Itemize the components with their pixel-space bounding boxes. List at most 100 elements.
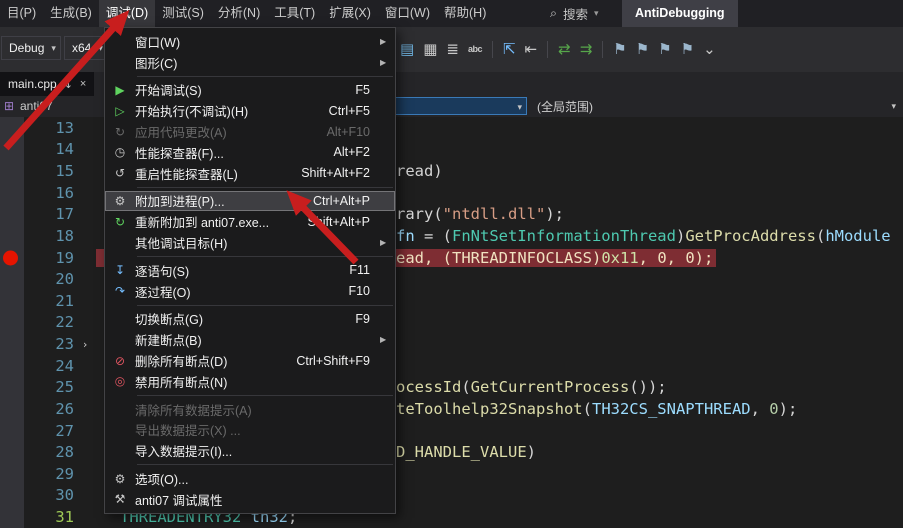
- menu-item-step-over[interactable]: ↷逐过程(O)F10: [105, 281, 395, 302]
- menu-item-attach-to-process[interactable]: ⚙附加到进程(P)...Ctrl+Alt+P: [105, 191, 395, 212]
- breakpoint-margin[interactable]: [0, 312, 24, 334]
- breakpoint-margin[interactable]: [0, 377, 24, 399]
- code-token: "ntdll.dll": [443, 205, 546, 223]
- menu-item-label: 选项(O)...: [135, 469, 358, 488]
- menubar-item-tools[interactable]: 工具(T): [267, 0, 322, 27]
- scope-dropdown[interactable]: (全局范围): [537, 98, 593, 115]
- interactive-window-icon[interactable]: ⇄: [558, 42, 571, 57]
- breakpoint-margin[interactable]: [0, 225, 24, 247]
- breakpoint-dot[interactable]: [3, 250, 18, 265]
- breakpoint-margin[interactable]: [0, 139, 24, 161]
- line-number: 22: [24, 313, 74, 331]
- fold-marker-icon[interactable]: ›: [74, 338, 96, 351]
- navigate-cursor-icon[interactable]: ⇱: [503, 42, 516, 57]
- menu-item-import-datatips[interactable]: 导入数据提示(I)...: [105, 440, 395, 461]
- step-over-icon: ↷: [105, 285, 135, 297]
- menu-item-delete-all-breakpoints[interactable]: ⊘删除所有断点(D)Ctrl+Shift+F9: [105, 350, 395, 371]
- document-icon[interactable]: ▤: [400, 42, 414, 57]
- menu-item-reattach-to-anti07[interactable]: ↻重新附加到 anti07.exe...Shift+Alt+P: [105, 211, 395, 232]
- menu-item-disable-all-breakpoints[interactable]: ◎禁用所有断点(N): [105, 371, 395, 392]
- menu-item-label: 图形(C): [135, 53, 358, 72]
- breakpoint-margin[interactable]: [0, 506, 24, 528]
- menu-item-options[interactable]: ⚙选项(O)...: [105, 468, 395, 489]
- spellcheck-icon[interactable]: abc: [468, 45, 482, 54]
- menubar-item-test[interactable]: 测试(S): [155, 0, 211, 27]
- outdent-icon[interactable]: ⇤: [525, 42, 538, 57]
- tab-main-cpp[interactable]: main.cpp ↧ ×: [0, 72, 94, 96]
- code-token: 0: [769, 400, 778, 418]
- debug-menu: 窗口(W)▶图形(C)▶▶开始调试(S)F5▷开始执行(不调试)(H)Ctrl+…: [104, 27, 396, 514]
- menu-item-label: 导出数据提示(X) ...: [135, 420, 358, 439]
- menu-item-step-into[interactable]: ↧逐语句(S)F11: [105, 260, 395, 281]
- line-number: 16: [24, 184, 74, 202]
- menubar-item-window[interactable]: 窗口(W): [378, 0, 437, 27]
- submenu-arrow-icon: ▶: [380, 335, 395, 344]
- bookmark-toggle-icon[interactable]: ⚑: [613, 42, 626, 57]
- config-dropdown[interactable]: Debug ▾: [1, 36, 61, 60]
- breakpoint-margin[interactable]: [0, 160, 24, 182]
- menu-item-label: 逐语句(S): [135, 261, 337, 280]
- menu-item-new-breakpoint[interactable]: 新建断点(B)▶: [105, 329, 395, 350]
- menu-item-label: 禁用所有断点(N): [135, 372, 358, 391]
- menu-item-export-datatips[interactable]: 导出数据提示(X) ...: [105, 420, 395, 441]
- toolbar-separator: [492, 41, 493, 58]
- breakpoint-margin[interactable]: [0, 182, 24, 204]
- menu-item-start-without-debugging[interactable]: ▷开始执行(不调试)(H)Ctrl+F5: [105, 100, 395, 121]
- menu-item-label: 切换断点(G): [135, 309, 343, 328]
- breakpoint-margin[interactable]: [0, 247, 24, 269]
- scope-label: (全局范围): [537, 100, 593, 114]
- breakpoint-margin[interactable]: [0, 420, 24, 442]
- hex-display-icon[interactable]: ≣: [446, 42, 459, 57]
- menu-item-label: 性能探查器(F)...: [135, 143, 322, 162]
- menubar-item-build[interactable]: 生成(B): [43, 0, 99, 27]
- search-box[interactable]: ⌕ 搜索 ▾: [542, 0, 607, 27]
- submenu-arrow-icon: ▶: [380, 58, 395, 67]
- menu-item-relaunch-performance-profiler[interactable]: ↺重启性能探查器(L)Shift+Alt+F2: [105, 163, 395, 184]
- chevron-down-icon: ▾: [594, 8, 599, 19]
- menu-item-label: 窗口(W): [135, 32, 358, 51]
- breakpoint-margin[interactable]: [0, 398, 24, 420]
- menu-item-label: 开始调试(S): [135, 80, 343, 99]
- chevron-down-icon: ▾: [51, 43, 56, 54]
- menu-item-window[interactable]: 窗口(W)▶: [105, 31, 395, 52]
- menubar-item-analyze[interactable]: 分析(N): [211, 0, 267, 27]
- bookmark-prev-icon[interactable]: ⚑: [636, 42, 649, 57]
- menu-item-graphics[interactable]: 图形(C) ▶: [105, 52, 395, 73]
- format-selection-icon[interactable]: ⇉: [580, 42, 593, 57]
- menubar-item-help[interactable]: 帮助(H): [437, 0, 493, 27]
- breakpoint-margin[interactable]: [0, 441, 24, 463]
- breakpoint-margin[interactable]: [0, 463, 24, 485]
- breakpoint-margin[interactable]: [0, 117, 24, 139]
- toolbar-overflow-icon[interactable]: ⌄: [703, 42, 716, 57]
- delete-breakpoints-icon: ⊘: [105, 355, 135, 367]
- code-token: hModule: [825, 227, 890, 245]
- breakpoint-margin[interactable]: [0, 204, 24, 226]
- bookmark-next-icon[interactable]: ⚑: [658, 42, 671, 57]
- menu-item-toggle-breakpoint[interactable]: 切换断点(G)F9: [105, 309, 395, 330]
- menu-item-clear-all-datatips[interactable]: 清除所有数据提示(A): [105, 399, 395, 420]
- breakpoint-margin[interactable]: [0, 333, 24, 355]
- code-token: (: [583, 400, 592, 418]
- menu-item-performance-profiler[interactable]: ◷性能探查器(F)...Alt+F2: [105, 142, 395, 163]
- breakpoint-margin[interactable]: [0, 290, 24, 312]
- menubar-item-extensions[interactable]: 扩展(X): [322, 0, 378, 27]
- menu-item-shortcut: Ctrl+F5: [329, 104, 380, 118]
- breakpoint-margin[interactable]: [0, 268, 24, 290]
- breakpoint-margin[interactable]: [0, 485, 24, 507]
- frame-icon[interactable]: ▦: [423, 42, 437, 57]
- step-into-icon: ↧: [105, 264, 135, 276]
- pin-icon[interactable]: ↧: [64, 78, 73, 91]
- menu-item-other-debug-targets[interactable]: 其他调试目标(H)▶: [105, 232, 395, 253]
- toolbar-icons: ▤ ▦ ≣ abc ⇱ ⇤ ⇄ ⇉ ⚑ ⚑ ⚑ ⚑ ⌄: [400, 36, 716, 62]
- menubar-item-project[interactable]: 目(P): [0, 0, 43, 27]
- menu-item-anti07-debug-properties[interactable]: ⚒anti07 调试属性: [105, 489, 395, 510]
- close-icon[interactable]: ×: [80, 78, 86, 90]
- line-number: 21: [24, 292, 74, 310]
- bookmark-clear-icon[interactable]: ⚑: [681, 42, 694, 57]
- menu-item-apply-code-changes[interactable]: ↻应用代码更改(A)Alt+F10: [105, 121, 395, 142]
- menubar-item-debug[interactable]: 调试(D): [99, 0, 155, 27]
- line-number: 13: [24, 119, 74, 137]
- breakpoint-margin[interactable]: [0, 355, 24, 377]
- project-dropdown[interactable]: anti07: [20, 99, 53, 113]
- menu-item-start-debugging[interactable]: ▶开始调试(S)F5: [105, 80, 395, 101]
